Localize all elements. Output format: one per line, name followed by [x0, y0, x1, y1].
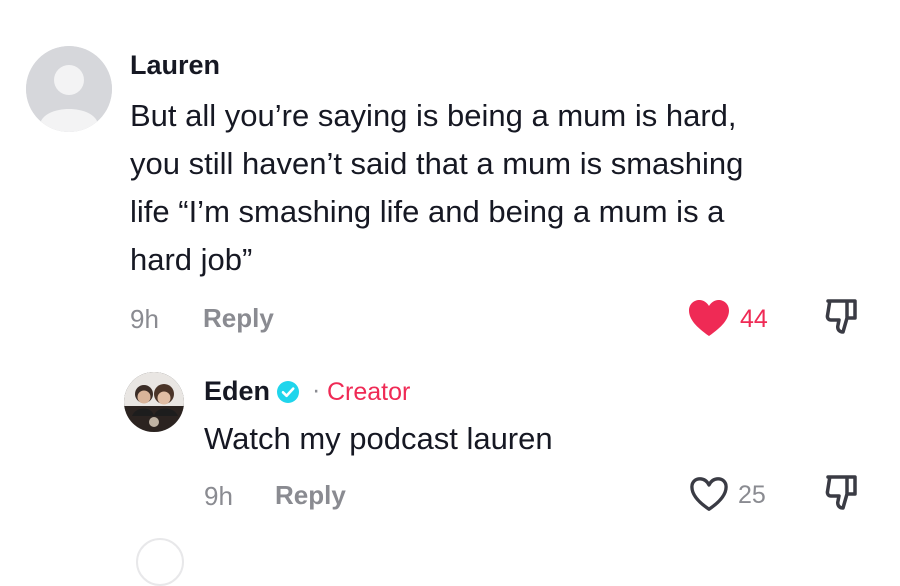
avatar[interactable] [124, 372, 184, 432]
creator-label: Creator [327, 378, 411, 406]
avatar[interactable] [26, 46, 112, 132]
comment-username[interactable]: Lauren [130, 50, 220, 81]
comment-text-line: hard job” [130, 242, 253, 277]
comment-text-line: life “I’m smashing life and being a mum … [130, 194, 725, 229]
heart-outline-icon [690, 477, 728, 511]
default-avatar-icon [26, 46, 112, 132]
dislike-button[interactable] [822, 296, 862, 336]
reply-text: Watch my podcast lauren [204, 421, 553, 456]
reply-button[interactable]: Reply [203, 303, 274, 334]
reply-username[interactable]: Eden [204, 376, 270, 407]
avatar[interactable] [136, 538, 184, 586]
verified-check-icon [277, 381, 299, 403]
heart-filled-icon [689, 300, 729, 336]
like-button[interactable] [688, 475, 730, 513]
like-count: 44 [740, 305, 768, 333]
comment-timestamp: 9h [130, 304, 159, 334]
comment-text: But all you’re saying is being a mum is … [130, 92, 870, 284]
profile-photo [124, 372, 184, 432]
thumbs-down-icon [825, 475, 857, 510]
verified-badge [277, 381, 299, 403]
like-button[interactable] [687, 298, 731, 338]
reply-button[interactable]: Reply [275, 480, 346, 511]
thumbs-down-icon [825, 299, 857, 334]
separator-dot: · [312, 376, 321, 404]
like-count: 25 [738, 481, 766, 509]
comment-text-line: But all you’re saying is being a mum is … [130, 98, 737, 133]
dislike-button[interactable] [822, 472, 862, 512]
reply-timestamp: 9h [204, 481, 233, 511]
comment-text-line: you still haven’t said that a mum is sma… [130, 146, 744, 181]
